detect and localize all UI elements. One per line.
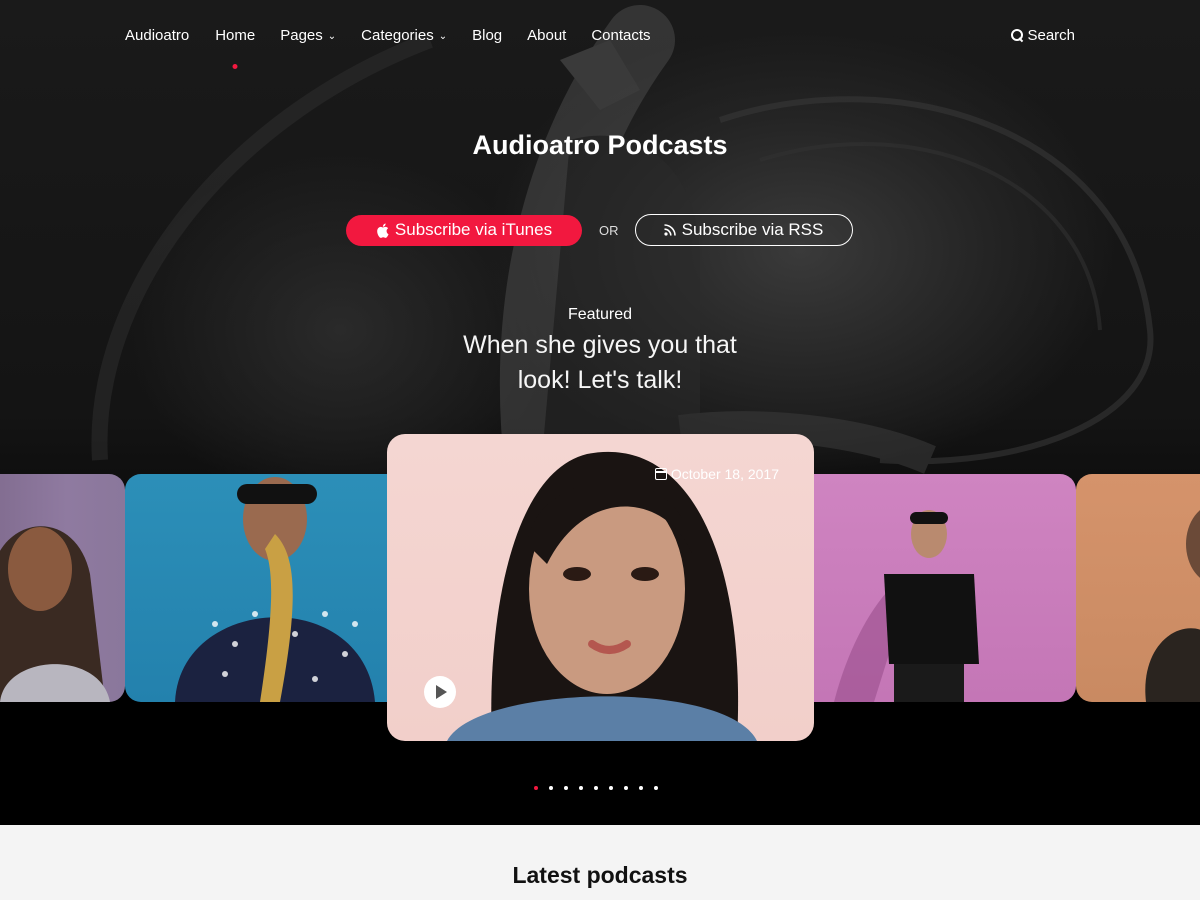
featured-title[interactable]: When she gives you that look! Let's talk… xyxy=(440,328,760,398)
chevron-down-icon: ⌄ xyxy=(327,30,337,42)
nav-item-label: Categories xyxy=(361,26,434,44)
nav-item-label: About xyxy=(527,26,567,44)
carousel-dot[interactable] xyxy=(654,786,658,790)
nav-item-categories[interactable]: Categories ⌄ xyxy=(361,27,447,44)
podcast-thumbnail xyxy=(0,526,110,702)
podcast-thumbnail xyxy=(1145,510,1200,702)
carousel-card[interactable] xyxy=(0,474,125,702)
nav-item-label: Home xyxy=(215,26,256,44)
play-button[interactable] xyxy=(424,676,456,708)
featured-label: Featured xyxy=(567,306,633,323)
subscribe-itunes-button[interactable]: Subscribe via iTunes xyxy=(346,214,582,246)
carousel-dot[interactable] xyxy=(564,786,568,790)
nav-item-home[interactable]: Home xyxy=(215,27,255,44)
nav-item-contacts[interactable]: Contacts xyxy=(591,27,650,44)
podcast-date: October 18, 2017 xyxy=(654,466,779,482)
carousel-pagination xyxy=(534,786,658,790)
calendar-icon xyxy=(654,468,667,480)
carousel-dot[interactable] xyxy=(624,786,628,790)
search-button[interactable]: Search xyxy=(1011,27,1075,44)
page-title: Audioatro Podcasts xyxy=(472,130,728,160)
carousel-dot[interactable] xyxy=(579,786,583,790)
nav-item-label: Pages xyxy=(280,26,323,44)
or-separator: OR xyxy=(599,222,619,238)
carousel-card[interactable] xyxy=(1076,474,1200,702)
play-icon xyxy=(436,685,447,699)
podcast-thumbnail xyxy=(175,477,375,702)
site-logo[interactable]: Audioatro xyxy=(125,27,189,44)
search-label: Search xyxy=(1027,26,1075,44)
carousel-dot[interactable] xyxy=(594,786,598,790)
nav-item-label: Blog xyxy=(472,26,503,44)
nav-item-blog[interactable]: Blog xyxy=(472,27,502,44)
latest-podcasts-section: Latest podcasts xyxy=(0,825,1200,900)
podcast-date-text: October 18, 2017 xyxy=(670,466,779,482)
podcast-thumbnail xyxy=(834,510,979,702)
carousel-dot[interactable] xyxy=(549,786,553,790)
subscribe-itunes-label: Subscribe via iTunes xyxy=(394,220,553,239)
subscribe-rss-label: Subscribe via RSS xyxy=(681,220,824,239)
subscribe-row: Subscribe via iTunes OR Subscribe via RS… xyxy=(346,214,853,246)
chevron-down-icon: ⌄ xyxy=(438,30,448,42)
carousel-card[interactable] xyxy=(814,474,1076,702)
apple-icon xyxy=(377,223,389,238)
nav-item-label: Contacts xyxy=(591,26,651,44)
carousel-dot[interactable] xyxy=(639,786,643,790)
section-title: Latest podcasts xyxy=(512,862,688,888)
subscribe-rss-button[interactable]: Subscribe via RSS xyxy=(634,214,853,246)
search-icon xyxy=(1011,29,1024,41)
carousel-dot[interactable] xyxy=(609,786,613,790)
nav-item-pages[interactable]: Pages ⌄ xyxy=(280,27,336,44)
carousel-dot[interactable] xyxy=(534,786,538,790)
rss-icon xyxy=(664,224,676,236)
featured-podcast-card[interactable]: October 18, 2017 xyxy=(387,434,814,741)
carousel-card[interactable] xyxy=(125,474,387,702)
top-navigation: Audioatro Home Pages ⌄ Categories ⌄ Blog… xyxy=(125,22,1075,48)
hero-section: Audioatro Home Pages ⌄ Categories ⌄ Blog… xyxy=(0,0,1200,825)
nav-item-about[interactable]: About xyxy=(527,27,566,44)
